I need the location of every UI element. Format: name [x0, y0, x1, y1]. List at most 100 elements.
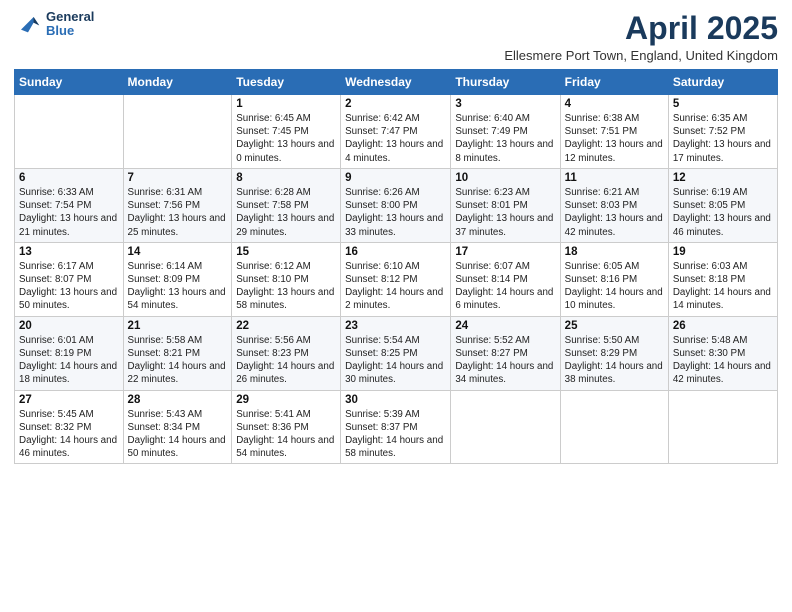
page: General Blue April 2025 Ellesmere Port T…: [0, 0, 792, 612]
calendar-cell: 7Sunrise: 6:31 AM Sunset: 7:56 PM Daylig…: [123, 168, 232, 242]
calendar-header-row: SundayMondayTuesdayWednesdayThursdayFrid…: [15, 70, 778, 95]
calendar-cell: 12 Sunrise: 6:19 AM Sunset: 8:05 PM Dayli…: [668, 168, 777, 242]
day-info: Sunrise: 6:35 AM Sunset: 7:52 PM Dayligh…: [673, 112, 773, 165]
day-info: Sunrise: 5:39 AM Sunset: 8:37 PM Dayligh…: [345, 408, 446, 461]
day-info: Sunrise: 6:12 AM Sunset: 8:10 PM Dayligh…: [236, 260, 336, 313]
day-info: Sunrise: 6:10 AM Sunset: 8:12 PM Dayligh…: [345, 260, 446, 313]
calendar-cell: 13Sunrise: 6:17 AM Sunset: 8:07 PM Dayli…: [15, 242, 124, 316]
day-info: Sunrise: 5:45 AM Sunset: 8:32 PM Dayligh…: [19, 408, 119, 461]
weekday-header: Saturday: [668, 70, 777, 95]
day-number: 21: [128, 320, 228, 332]
day-info: Sunrise: 5:43 AM Sunset: 8:34 PM Dayligh…: [128, 408, 228, 461]
day-info: Sunrise: 5:50 AM Sunset: 8:29 PM Dayligh…: [565, 334, 664, 387]
calendar-cell: 29Sunrise: 5:41 AM Sunset: 8:36 PM Dayli…: [232, 390, 341, 464]
header: General Blue April 2025 Ellesmere Port T…: [14, 10, 778, 63]
day-number: 29: [236, 394, 336, 406]
day-info: Sunrise: 6:14 AM Sunset: 8:09 PM Dayligh…: [128, 260, 228, 313]
weekday-header: Tuesday: [232, 70, 341, 95]
calendar-cell: 14 Sunrise: 6:14 AM Sunset: 8:09 PM Dayli…: [123, 242, 232, 316]
calendar-cell: 27 Sunrise: 5:45 AM Sunset: 8:32 PM Dayli…: [15, 390, 124, 464]
day-number: 23: [345, 320, 446, 332]
calendar-cell: 20 Sunrise: 6:01 AM Sunset: 8:19 PM Dayli…: [15, 316, 124, 390]
day-info: Sunrise: 6:40 AM Sunset: 7:49 PM Dayligh…: [455, 112, 555, 165]
day-number: 9: [345, 172, 446, 184]
calendar-cell: 25 Sunrise: 5:50 AM Sunset: 8:29 PM Dayli…: [560, 316, 668, 390]
weekday-header: Thursday: [451, 70, 560, 95]
calendar-week-row: 13Sunrise: 6:17 AM Sunset: 8:07 PM Dayli…: [15, 242, 778, 316]
day-number: 16: [345, 246, 446, 258]
calendar-cell: 28 Sunrise: 5:43 AM Sunset: 8:34 PM Dayli…: [123, 390, 232, 464]
day-info: Sunrise: 5:52 AM Sunset: 8:27 PM Dayligh…: [455, 334, 555, 387]
day-number: 5: [673, 98, 773, 110]
day-number: 28: [128, 394, 228, 406]
calendar-week-row: 20 Sunrise: 6:01 AM Sunset: 8:19 PM Dayli…: [15, 316, 778, 390]
calendar-cell: 4 Sunrise: 6:38 AM Sunset: 7:51 PM Daylig…: [560, 95, 668, 169]
calendar-week-row: 1 Sunrise: 6:45 AM Sunset: 7:45 PM Daylig…: [15, 95, 778, 169]
day-info: Sunrise: 6:38 AM Sunset: 7:51 PM Dayligh…: [565, 112, 664, 165]
day-info: Sunrise: 6:01 AM Sunset: 8:19 PM Dayligh…: [19, 334, 119, 387]
logo-line2: Blue: [46, 24, 94, 38]
day-number: 8: [236, 172, 336, 184]
day-info: Sunrise: 6:05 AM Sunset: 8:16 PM Dayligh…: [565, 260, 664, 313]
day-number: 12: [673, 172, 773, 184]
day-info: Sunrise: 5:48 AM Sunset: 8:30 PM Dayligh…: [673, 334, 773, 387]
day-info: Sunrise: 5:56 AM Sunset: 8:23 PM Dayligh…: [236, 334, 336, 387]
weekday-header: Friday: [560, 70, 668, 95]
day-number: 18: [565, 246, 664, 258]
day-number: 3: [455, 98, 555, 110]
calendar-cell: 15 Sunrise: 6:12 AM Sunset: 8:10 PM Dayli…: [232, 242, 341, 316]
calendar-cell: 17 Sunrise: 6:07 AM Sunset: 8:14 PM Dayli…: [451, 242, 560, 316]
calendar-cell: 16 Sunrise: 6:10 AM Sunset: 8:12 PM Dayli…: [341, 242, 451, 316]
calendar-cell: 18 Sunrise: 6:05 AM Sunset: 8:16 PM Dayli…: [560, 242, 668, 316]
calendar-cell: 6 Sunrise: 6:33 AM Sunset: 7:54 PM Daylig…: [15, 168, 124, 242]
calendar-cell: [668, 390, 777, 464]
day-number: 10: [455, 172, 555, 184]
calendar-cell: 8 Sunrise: 6:28 AM Sunset: 7:58 PM Daylig…: [232, 168, 341, 242]
day-info: Sunrise: 5:54 AM Sunset: 8:25 PM Dayligh…: [345, 334, 446, 387]
day-number: 24: [455, 320, 555, 332]
day-info: Sunrise: 6:45 AM Sunset: 7:45 PM Dayligh…: [236, 112, 336, 165]
day-info: Sunrise: 6:33 AM Sunset: 7:54 PM Dayligh…: [19, 186, 119, 239]
day-number: 27: [19, 394, 119, 406]
calendar-cell: 30 Sunrise: 5:39 AM Sunset: 8:37 PM Dayli…: [341, 390, 451, 464]
day-info: Sunrise: 6:21 AM Sunset: 8:03 PM Dayligh…: [565, 186, 664, 239]
day-number: 14: [128, 246, 228, 258]
logo-line1: General: [46, 10, 94, 24]
day-number: 13: [19, 246, 119, 258]
day-number: 17: [455, 246, 555, 258]
day-number: 30: [345, 394, 446, 406]
day-info: Sunrise: 6:42 AM Sunset: 7:47 PM Dayligh…: [345, 112, 446, 165]
logo: General Blue: [14, 10, 94, 39]
day-number: 25: [565, 320, 664, 332]
day-number: 19: [673, 246, 773, 258]
calendar-cell: 23 Sunrise: 5:54 AM Sunset: 8:25 PM Dayli…: [341, 316, 451, 390]
calendar-cell: [560, 390, 668, 464]
calendar-cell: [451, 390, 560, 464]
day-info: Sunrise: 6:31 AM Sunset: 7:56 PM Dayligh…: [128, 186, 228, 239]
day-number: 26: [673, 320, 773, 332]
month-title: April 2025: [504, 10, 778, 47]
day-number: 1: [236, 98, 336, 110]
calendar-cell: 21Sunrise: 5:58 AM Sunset: 8:21 PM Dayli…: [123, 316, 232, 390]
calendar-cell: [123, 95, 232, 169]
day-info: Sunrise: 6:19 AM Sunset: 8:05 PM Dayligh…: [673, 186, 773, 239]
day-number: 15: [236, 246, 336, 258]
calendar-cell: 11Sunrise: 6:21 AM Sunset: 8:03 PM Dayli…: [560, 168, 668, 242]
day-info: Sunrise: 6:23 AM Sunset: 8:01 PM Dayligh…: [455, 186, 555, 239]
day-info: Sunrise: 6:07 AM Sunset: 8:14 PM Dayligh…: [455, 260, 555, 313]
calendar-cell: 3 Sunrise: 6:40 AM Sunset: 7:49 PM Daylig…: [451, 95, 560, 169]
title-block: April 2025 Ellesmere Port Town, England,…: [504, 10, 778, 63]
day-info: Sunrise: 6:28 AM Sunset: 7:58 PM Dayligh…: [236, 186, 336, 239]
calendar-week-row: 27 Sunrise: 5:45 AM Sunset: 8:32 PM Dayli…: [15, 390, 778, 464]
location: Ellesmere Port Town, England, United Kin…: [504, 48, 778, 63]
day-number: 2: [345, 98, 446, 110]
day-number: 6: [19, 172, 119, 184]
calendar-cell: [15, 95, 124, 169]
calendar-cell: 24 Sunrise: 5:52 AM Sunset: 8:27 PM Dayli…: [451, 316, 560, 390]
calendar-cell: 10 Sunrise: 6:23 AM Sunset: 8:01 PM Dayli…: [451, 168, 560, 242]
day-number: 20: [19, 320, 119, 332]
day-number: 22: [236, 320, 336, 332]
calendar-cell: 26 Sunrise: 5:48 AM Sunset: 8:30 PM Dayli…: [668, 316, 777, 390]
day-number: 4: [565, 98, 664, 110]
logo-text: General Blue: [46, 10, 94, 39]
